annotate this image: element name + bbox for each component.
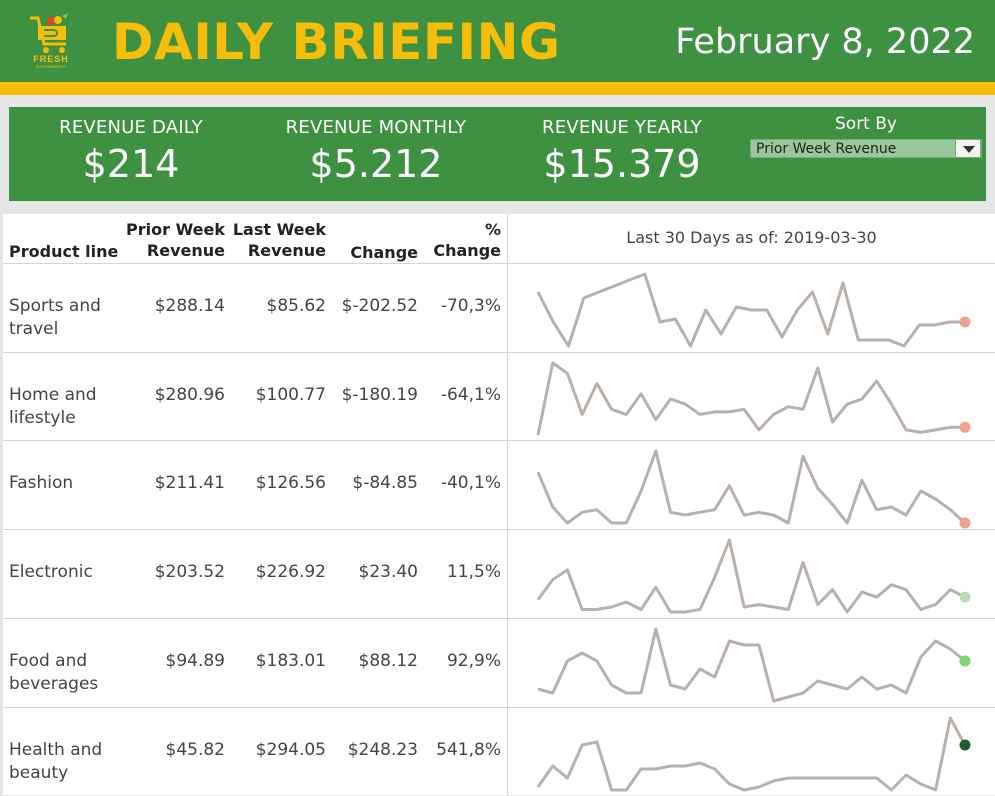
pct-change-value: -70,3% xyxy=(440,296,501,316)
kpi-value: $15.379 xyxy=(543,142,701,186)
header-product-line: Product line xyxy=(9,242,119,261)
sparkline-last-point xyxy=(959,655,971,667)
product-table: Product line Prior Week Revenue Last Wee… xyxy=(3,214,995,795)
table-row[interactable]: Food and beverages $94.89 $183.01 $88.12 92,9… xyxy=(3,617,995,707)
logo-text: FRESH xyxy=(33,54,69,64)
fresh-logo: FRESH SUPERMARKET xyxy=(26,12,76,70)
last-week-revenue: $226.92 xyxy=(255,562,326,583)
sparkline-line xyxy=(536,272,965,348)
product-line-line1: Health and xyxy=(9,739,103,760)
sparkline-chart xyxy=(536,716,971,791)
header-pct-1: % xyxy=(484,220,501,239)
sparkline-line xyxy=(536,716,967,791)
sparkline-line xyxy=(537,627,966,703)
sparkline-last-point xyxy=(959,316,971,328)
header-prior-week-1: Prior Week xyxy=(126,220,225,239)
kpi-label: REVENUE MONTHLY xyxy=(285,117,467,138)
product-line-line1: Fashion xyxy=(9,473,74,494)
header-bar: FRESH SUPERMARKET DAILY BRIEFING Februar… xyxy=(0,0,995,82)
change-value: $88.12 xyxy=(358,650,418,671)
sparkline-chart xyxy=(536,449,971,529)
table-row[interactable]: Home and lifestyle $280.96 $100.77 $-180.19 -… xyxy=(3,351,995,441)
sparkline-line xyxy=(536,361,965,435)
table-row[interactable]: Health and beauty $45.82 $294.05 $248.23 541,… xyxy=(3,706,995,796)
kpi-band: REVENUE DAILY $214 REVENUE MONTHLY $5.21… xyxy=(9,107,986,201)
sort-by-value: Prior Week Revenue xyxy=(756,141,897,157)
prior-week-revenue: $211.41 xyxy=(154,473,225,494)
prior-week-revenue: $203.52 xyxy=(154,562,225,583)
product-line-line2: beverages xyxy=(9,673,99,694)
pct-change-value: -40,1% xyxy=(440,473,501,494)
page-title: DAILY BRIEFING xyxy=(112,13,561,71)
pct-change-value: -64,1% xyxy=(440,384,501,405)
report-date: February 8, 2022 xyxy=(675,22,975,62)
sparkline-title: Last 30 Days as of: 2019-03-30 xyxy=(626,228,877,247)
prior-week-revenue: $45.82 xyxy=(165,739,225,760)
kpi-revenue-daily: REVENUE DAILY $214 xyxy=(11,107,251,186)
last-week-revenue: $85.62 xyxy=(266,296,326,316)
chevron-down-icon[interactable] xyxy=(955,139,981,158)
header-change: Change xyxy=(350,243,418,262)
header-last-week-1: Last Week xyxy=(232,220,326,239)
product-line-line1: Sports and xyxy=(9,296,101,316)
sparkline-line xyxy=(536,449,967,525)
prior-week-revenue: $94.89 xyxy=(165,650,225,671)
product-line-line1: Home and xyxy=(9,384,97,405)
table-row[interactable]: Sports and travel $288.14 $85.62 $-202.52 -70… xyxy=(3,263,995,352)
sparkline-chart xyxy=(536,361,971,435)
header-last-week-2: Revenue xyxy=(247,241,326,260)
pct-change-value: 541,8% xyxy=(436,739,501,760)
product-line-line1: Electronic xyxy=(9,562,93,583)
kpi-value: $214 xyxy=(82,142,180,186)
last-week-revenue: $126.56 xyxy=(255,473,326,494)
kpi-value: $5.212 xyxy=(309,142,443,186)
sparkline-last-point xyxy=(959,739,971,750)
sort-by-label: Sort By xyxy=(835,114,897,134)
change-value: $23.40 xyxy=(358,562,418,583)
prior-week-revenue: $280.96 xyxy=(154,384,225,405)
kpi-label: REVENUE YEARLY xyxy=(542,117,702,138)
product-line-line2: beauty xyxy=(9,762,69,783)
pct-change-value: 92,9% xyxy=(446,650,501,671)
kpi-revenue-yearly: REVENUE YEARLY $15.379 xyxy=(502,107,742,186)
change-value: $-84.85 xyxy=(352,473,418,494)
sparkline-chart xyxy=(537,627,971,703)
header-stripe xyxy=(0,82,995,95)
kpi-revenue-monthly: REVENUE MONTHLY $5.212 xyxy=(256,107,496,186)
header-pct-2: Change xyxy=(433,241,501,260)
last-week-revenue: $100.77 xyxy=(255,384,326,405)
sparkline-chart xyxy=(536,272,971,348)
change-value: $-202.52 xyxy=(341,296,418,316)
table-row[interactable]: Electronic $203.52 $226.92 $23.40 11,5% xyxy=(3,529,995,618)
product-line-line2: lifestyle xyxy=(9,407,76,428)
logo-subtext: SUPERMARKET xyxy=(35,64,67,69)
product-line-line1: Food and xyxy=(9,650,88,671)
prior-week-revenue: $288.14 xyxy=(154,296,225,316)
sparkline-chart xyxy=(536,538,971,614)
table-row[interactable]: Fashion $211.41 $126.56 $-84.85 -40,1% xyxy=(3,440,995,529)
product-line-line2: travel xyxy=(9,319,59,339)
header-prior-week-2: Revenue xyxy=(146,241,225,260)
kpi-label: REVENUE DAILY xyxy=(59,117,203,138)
sparkline-line xyxy=(536,538,966,614)
sparkline-last-point xyxy=(959,591,971,603)
change-value: $-180.19 xyxy=(341,384,418,405)
sparkline-last-point xyxy=(959,421,971,433)
pct-change-value: 11,5% xyxy=(446,562,501,583)
change-value: $248.23 xyxy=(347,739,418,760)
last-week-revenue: $294.05 xyxy=(255,739,326,760)
last-week-revenue: $183.01 xyxy=(255,650,326,671)
sort-by-dropdown[interactable]: Prior Week Revenue xyxy=(750,139,982,158)
sparkline-last-point xyxy=(959,517,971,529)
